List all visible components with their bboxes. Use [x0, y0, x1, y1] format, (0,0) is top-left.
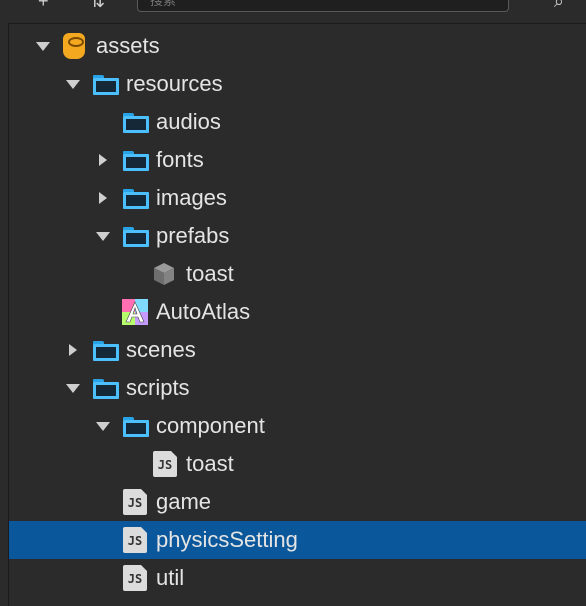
- folder-icon: [123, 415, 149, 437]
- expand-arrow-icon[interactable]: [36, 42, 50, 51]
- tree-item-label: toast: [186, 261, 234, 286]
- tree-row-audios[interactable]: audios: [9, 103, 586, 141]
- tree-item-label: assets: [96, 33, 160, 58]
- tree-item-label: audios: [156, 109, 221, 134]
- tree-row-scripts[interactable]: scripts: [9, 369, 586, 407]
- folder-icon: [123, 149, 149, 171]
- tree-item-label: physicsSetting: [156, 527, 298, 552]
- asset-toolbar: + ⇅ ⌕: [0, 0, 586, 22]
- js-file-icon: JS: [123, 489, 147, 515]
- tree-row-images[interactable]: images: [9, 179, 586, 217]
- folder-icon: [123, 225, 149, 247]
- js-file-icon: JS: [123, 527, 147, 553]
- tree-item-label: fonts: [156, 147, 204, 172]
- tree-item-label: scripts: [126, 375, 190, 400]
- folder-icon: [93, 377, 119, 399]
- tree-row-scenes[interactable]: scenes: [9, 331, 586, 369]
- tree-item-label: AutoAtlas: [156, 299, 251, 324]
- tree-row-component[interactable]: component: [9, 407, 586, 445]
- search-icon[interactable]: ⌕: [554, 0, 564, 10]
- atlas-icon: [122, 299, 148, 325]
- collapse-arrow-icon[interactable]: [99, 154, 107, 166]
- tree-row-assets[interactable]: assets: [9, 27, 586, 65]
- folder-icon: [93, 73, 119, 95]
- collapse-arrow-icon[interactable]: [69, 344, 77, 356]
- folder-icon: [123, 111, 149, 133]
- tree-row-toast-script[interactable]: JS toast: [9, 445, 586, 483]
- tree-item-label: scenes: [126, 337, 196, 362]
- tree-item-label: toast: [186, 451, 234, 476]
- expand-arrow-icon[interactable]: [66, 384, 80, 393]
- collapse-arrow-icon[interactable]: [99, 192, 107, 204]
- tree-item-label: component: [156, 413, 265, 438]
- expand-arrow-icon[interactable]: [66, 80, 80, 89]
- tree-row-fonts[interactable]: fonts: [9, 141, 586, 179]
- folder-icon: [123, 187, 149, 209]
- tree-item-label: resources: [126, 71, 223, 96]
- tree-row-game[interactable]: JS game: [9, 483, 586, 521]
- folder-icon: [93, 339, 119, 361]
- tree-row-toast-prefab[interactable]: toast: [9, 255, 586, 293]
- tree-row-prefabs[interactable]: prefabs: [9, 217, 586, 255]
- add-icon[interactable]: +: [38, 0, 49, 10]
- expand-arrow-icon[interactable]: [96, 422, 110, 431]
- js-file-icon: JS: [153, 451, 177, 477]
- expand-arrow-icon[interactable]: [96, 232, 110, 241]
- tree-item-label: game: [156, 489, 212, 514]
- prefab-icon: [152, 261, 176, 287]
- tree-row-physicssetting[interactable]: JS physicsSetting: [9, 521, 586, 559]
- database-icon: [63, 33, 85, 59]
- search-input[interactable]: [137, 0, 509, 12]
- tree-row-resources[interactable]: resources: [9, 65, 586, 103]
- sort-icon[interactable]: ⇅: [90, 0, 105, 10]
- tree-row-util[interactable]: JS util: [9, 559, 586, 597]
- tree-item-label: prefabs: [156, 223, 230, 248]
- tree-item-label: images: [156, 185, 227, 210]
- js-file-icon: JS: [123, 565, 147, 591]
- tree-row-autoatlas[interactable]: AutoAtlas: [9, 293, 586, 331]
- tree-item-label: util: [156, 565, 185, 590]
